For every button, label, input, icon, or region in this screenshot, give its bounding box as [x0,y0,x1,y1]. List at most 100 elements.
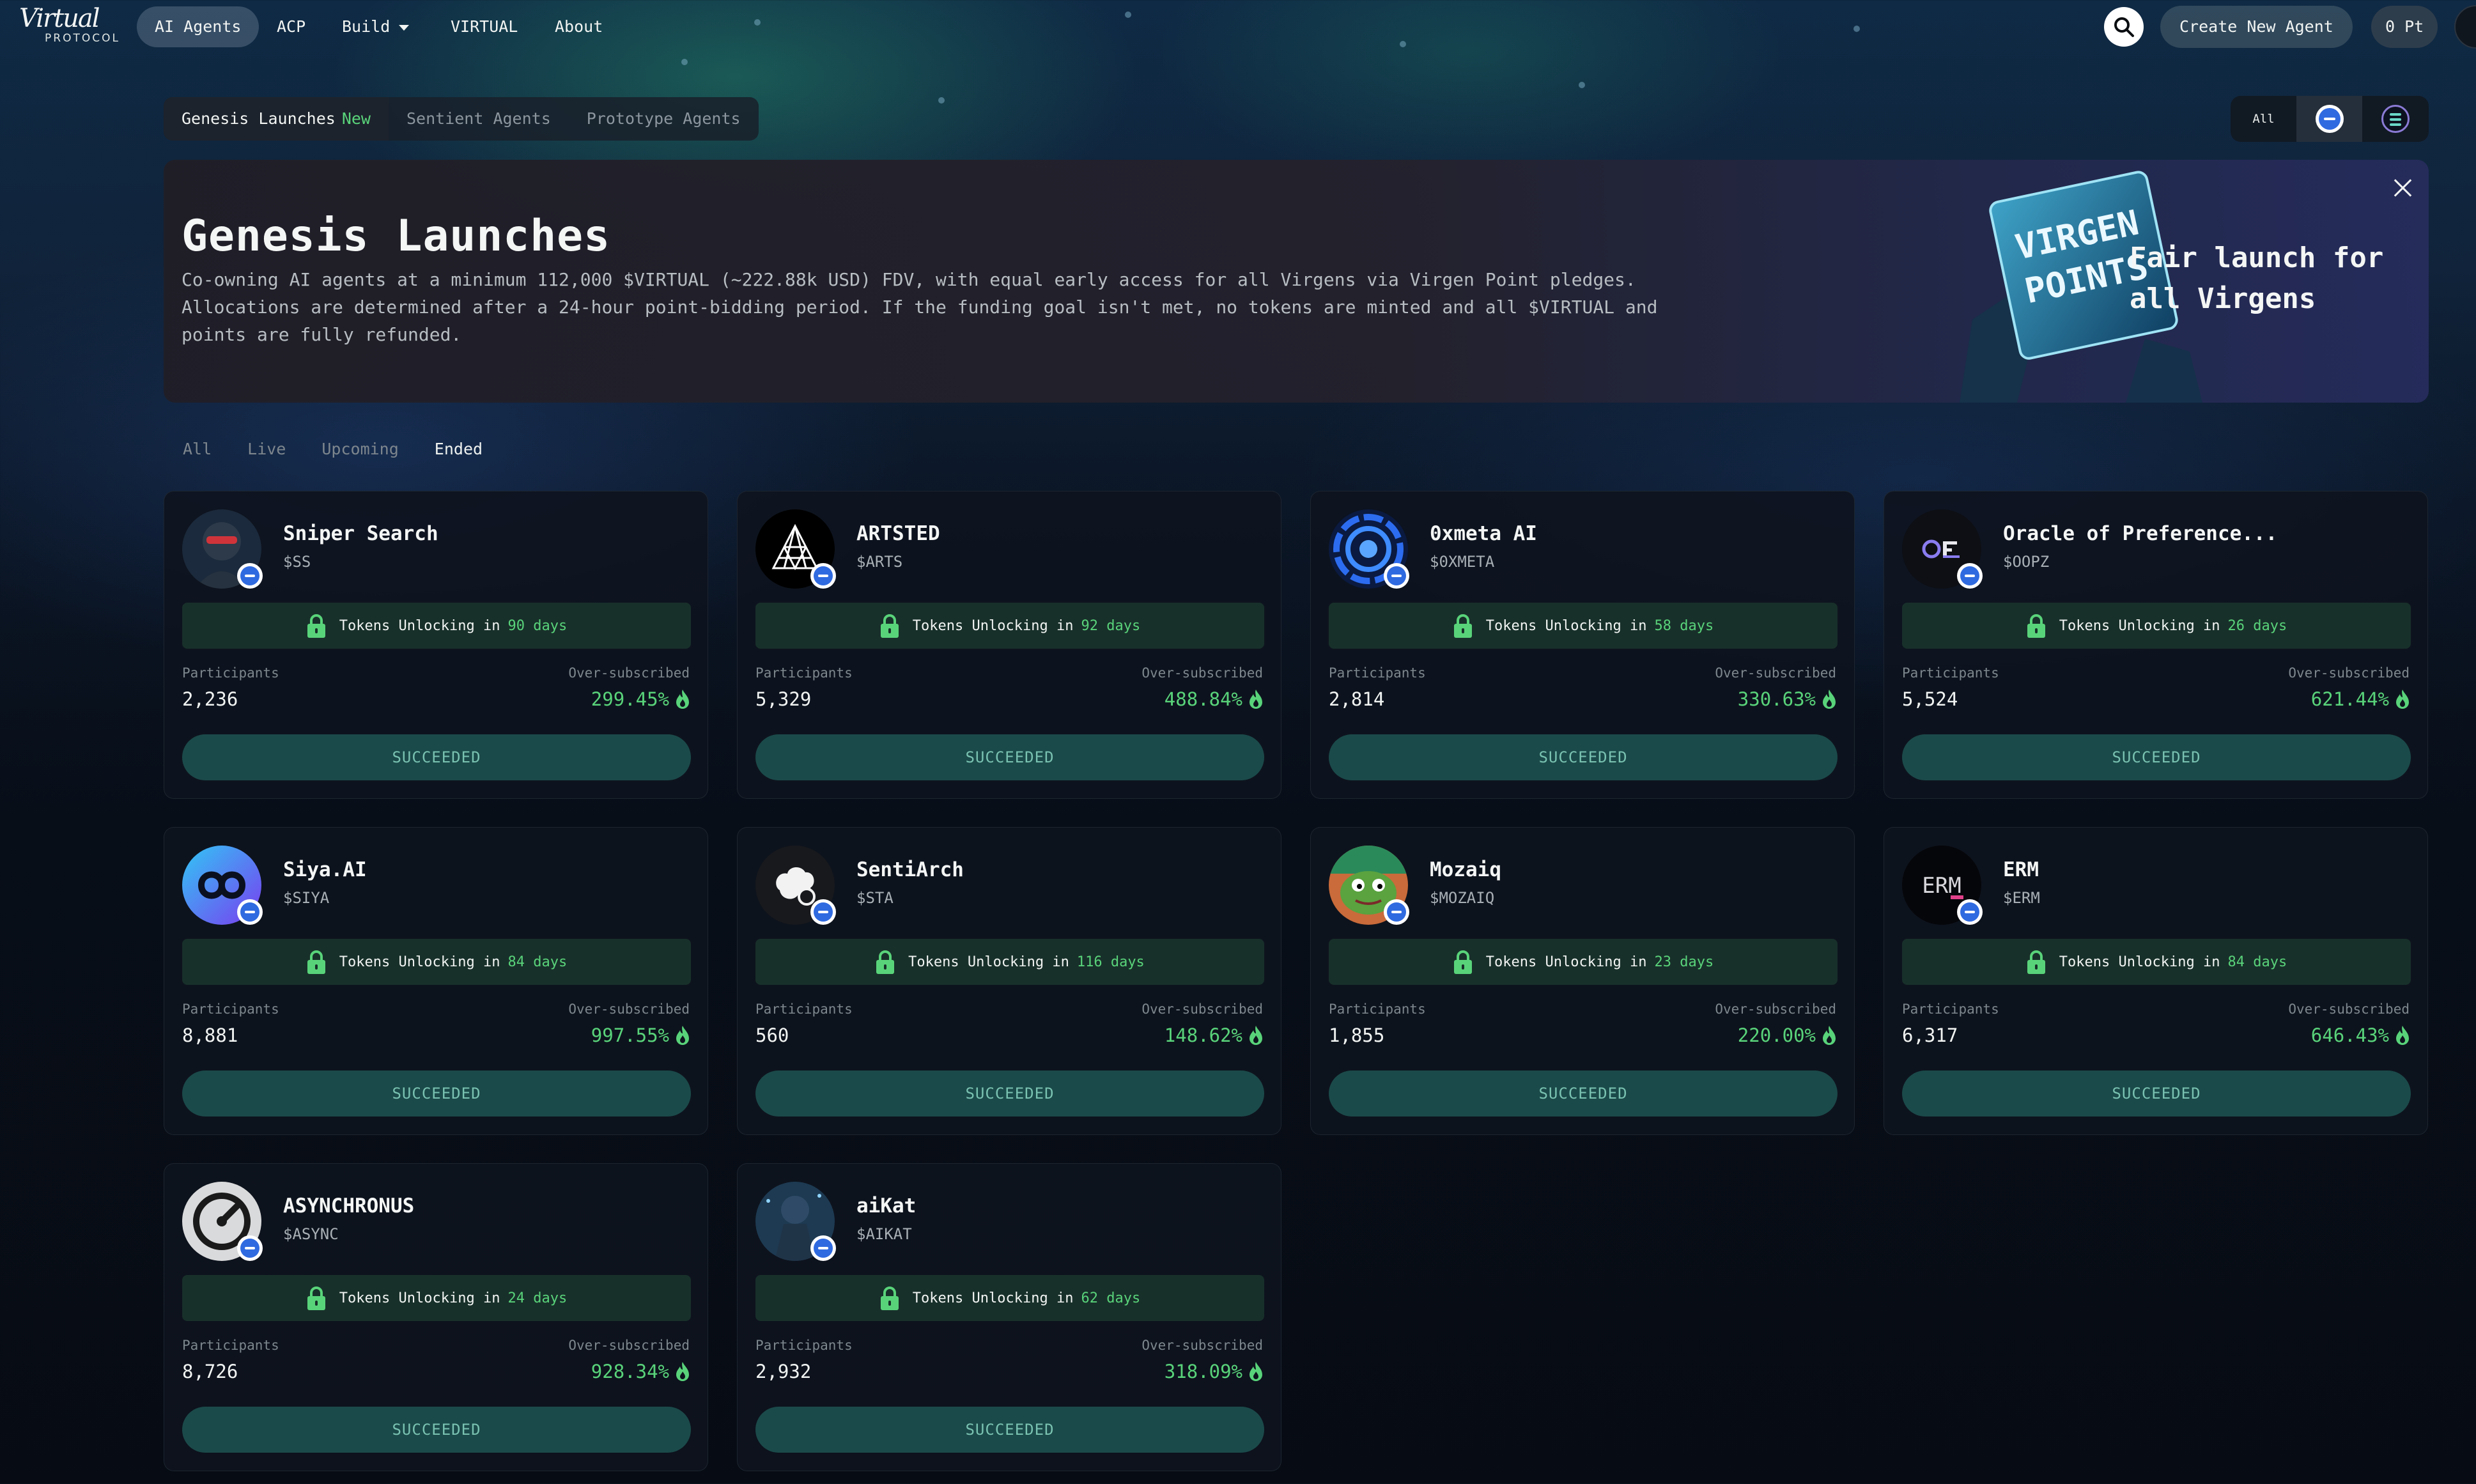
launch-card[interactable]: Sniper Search $SS Tokens Unlocking in 90 da… [164,491,708,799]
create-new-agent-button[interactable]: Create New Agent [2160,6,2353,48]
unlock-label: Tokens Unlocking in [2059,617,2220,634]
chain-filter-all[interactable]: All [2231,96,2296,142]
nav-ai-agents[interactable]: AI Agents [137,6,259,47]
base-chain-icon [1957,563,1983,589]
oversubscribed-label: Over-subscribed [1141,665,1263,681]
tab-genesis-launches[interactable]: Genesis Launches New [164,97,389,141]
lock-icon [1453,614,1472,638]
unlock-days: 58 days [1654,617,1714,634]
status-button[interactable]: SUCCEEDED [755,1407,1264,1453]
chevron-down-icon [399,24,410,31]
oversubscribed-percent: 318.09% [1164,1361,1242,1382]
agent-name: Sniper Search [283,522,438,545]
oversubscribed-value: 299.45% [591,688,690,710]
oversubscribed-percent: 646.43% [2310,1024,2389,1046]
nav-build-label: Build [342,17,391,36]
participants-value: 8,881 [182,1024,238,1046]
unlock-label: Tokens Unlocking in [908,954,1069,970]
launch-card[interactable]: aiKat $AIKAT Tokens Unlocking in 62 days Par… [737,1163,1281,1471]
launch-card[interactable]: ASYNCHRONUS $ASYNC Tokens Unlocking in 24 d… [164,1163,708,1471]
unlock-label: Tokens Unlocking in [339,617,500,634]
unlock-days: 116 days [1076,954,1145,970]
points-button[interactable]: 0 Pt [2371,6,2438,48]
launch-card[interactable]: 0xmeta AI $0XMETA Tokens Unlocking in 58 da… [1310,491,1855,799]
nav-virtual[interactable]: VIRTUAL [433,6,536,47]
status-button[interactable]: SUCCEEDED [182,1070,691,1117]
status-button[interactable]: SUCCEEDED [755,734,1264,780]
oversubscribed-label: Over-subscribed [2288,1001,2410,1017]
base-chain-icon [810,563,836,589]
oversubscribed-label: Over-subscribed [568,665,690,681]
status-button[interactable]: SUCCEEDED [182,734,691,780]
flame-icon [2396,690,2409,709]
status-filters: All Live Upcoming Ended [183,440,518,458]
banner-slogan: Fair launch for all Virgens [2130,242,2384,315]
oversubscribed-label: Over-subscribed [1141,1001,1263,1017]
participants-value: 2,932 [755,1361,812,1382]
status-button[interactable]: SUCCEEDED [1902,1070,2411,1117]
chain-filter-solana[interactable] [2362,96,2428,142]
base-chain-icon [1384,899,1409,925]
tab-sentient-agents[interactable]: Sentient Agents [389,97,569,141]
tab-prototype-agents[interactable]: Prototype Agents [569,97,759,141]
oversubscribed-percent: 928.34% [591,1361,669,1382]
participants-label: Participants [755,665,853,681]
status-button[interactable]: SUCCEEDED [1329,734,1838,780]
search-button[interactable] [2104,7,2144,47]
oversubscribed-percent: 330.63% [1737,688,1816,710]
participants-label: Participants [1902,665,1999,681]
filter-upcoming[interactable]: Upcoming [321,440,398,458]
lock-icon [1453,950,1472,974]
oversubscribed-label: Over-subscribed [568,1001,690,1017]
lock-icon [880,614,899,638]
launch-card[interactable]: SentiArch $STA Tokens Unlocking in 116 days… [737,827,1281,1135]
filter-ended[interactable]: Ended [435,440,483,458]
flame-icon [1823,1026,1836,1045]
base-chain-icon [1957,899,1983,925]
agent-ticker: $MOZAIQ [1430,889,1495,907]
unlock-days: 84 days [507,954,568,970]
unlock-label: Tokens Unlocking in [339,954,500,970]
participants-label: Participants [1329,665,1426,681]
virtuals-logo[interactable]: Virtual PROTOCOL [19,5,121,47]
chain-filter-base[interactable] [2296,96,2362,142]
banner-title: Genesis Launches [182,211,611,261]
launch-card[interactable]: Oracle of Preference... $OOPZ Tokens Unloc… [1884,491,2428,799]
close-icon[interactable] [2391,176,2414,199]
agent-ticker: $STA [856,889,894,907]
lock-icon [2027,614,2045,638]
nav-about[interactable]: About [537,6,621,47]
new-badge: New [341,109,371,128]
status-button[interactable]: SUCCEEDED [1902,734,2411,780]
participants-value: 2,236 [182,688,238,710]
participants-value: 6,317 [1902,1024,1958,1046]
launch-card[interactable]: ARTSTED $ARTS Tokens Unlocking in 92 days Pa… [737,491,1281,799]
filter-all[interactable]: All [183,440,212,458]
status-button[interactable]: SUCCEEDED [755,1070,1264,1117]
logo-wordmark: Virtual [19,4,100,33]
nav-acp[interactable]: ACP [259,6,323,47]
token-unlock-banner: Tokens Unlocking in 90 days [182,603,691,649]
agent-ticker: $ARTS [856,553,903,571]
launch-card[interactable]: ERM ERM $ERM Tokens Unlocking in 84 days Part… [1884,827,2428,1135]
unlock-days: 23 days [1654,954,1714,970]
token-unlock-banner: Tokens Unlocking in 23 days [1329,939,1838,985]
token-unlock-banner: Tokens Unlocking in 24 days [182,1275,691,1321]
unlock-label: Tokens Unlocking in [339,1290,500,1306]
agent-ticker: $ERM [2003,889,2040,907]
banner-description: Co-owning AI agents at a minimum 112,000… [182,269,1658,345]
status-button[interactable]: SUCCEEDED [1329,1070,1838,1117]
launch-card[interactable]: Mozaiq $MOZAIQ Tokens Unlocking in 23 days P… [1310,827,1855,1135]
participants-label: Participants [755,1001,853,1017]
participants-value: 5,524 [1902,688,1958,710]
filter-live[interactable]: Live [247,440,286,458]
profile-avatar[interactable] [2454,5,2476,49]
launch-card[interactable]: Siya.AI $SIYA Tokens Unlocking in 84 days Pa… [164,827,708,1135]
chain-filter: All [2231,96,2429,142]
token-unlock-banner: Tokens Unlocking in 84 days [182,939,691,985]
status-button[interactable]: SUCCEEDED [182,1407,691,1453]
nav-build[interactable]: Build [324,6,427,47]
lock-icon [307,1287,325,1310]
participants-label: Participants [1902,1001,1999,1017]
base-chain-icon [810,899,836,925]
